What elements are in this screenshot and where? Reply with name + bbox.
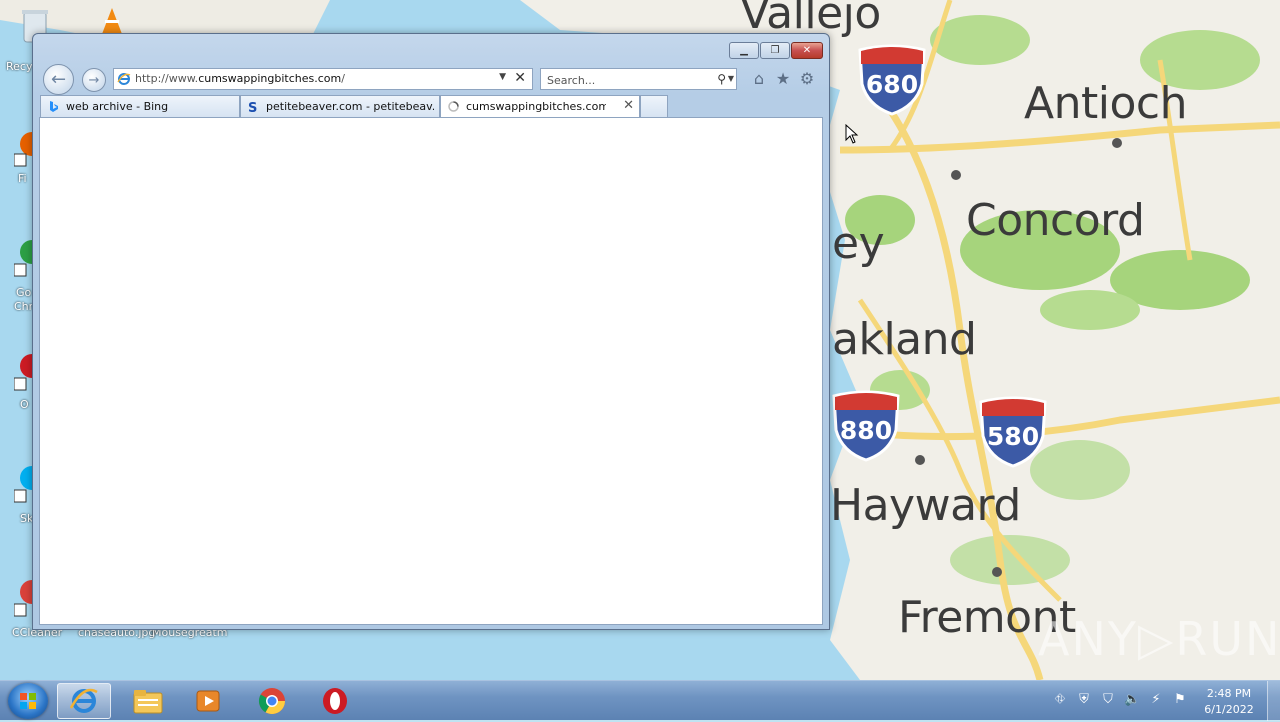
arrow-left-icon: ←: [50, 69, 67, 90]
action-center-flag-icon[interactable]: ⚑: [1172, 692, 1188, 708]
clock-date: 6/1/2022: [1204, 703, 1254, 716]
opera-icon: [323, 688, 347, 714]
tab-bing[interactable]: web archive - Bing: [40, 95, 240, 117]
page-content-area[interactable]: [39, 117, 823, 625]
address-dropdown-icon[interactable]: ▼: [499, 72, 506, 82]
tab-petitebeaver[interactable]: S petitebeaver.com - petitebeav...: [240, 95, 440, 117]
map-label-hayward: Hayward: [830, 480, 1021, 531]
windows-logo-icon: [20, 693, 36, 709]
tab-label: web archive - Bing: [66, 100, 169, 113]
taskbar-file-explorer[interactable]: [121, 683, 175, 719]
arrow-right-icon: →: [88, 72, 100, 88]
media-player-icon: [196, 690, 220, 712]
minimize-icon: ▁: [740, 45, 748, 56]
address-bar[interactable]: http://www.cumswappingbitches.com/ ▼ ✕: [113, 68, 533, 90]
ie-page-icon: [117, 73, 131, 85]
show-desktop-button[interactable]: [1267, 681, 1280, 721]
folder-icon: [133, 690, 163, 714]
internet-explorer-window[interactable]: ▁ ❐ ✕ ← → http://www.cumswappingbitches.…: [32, 33, 830, 630]
close-icon: ✕: [802, 45, 812, 56]
address-url[interactable]: http://www.cumswappingbitches.com/: [135, 72, 345, 85]
tab-close-icon[interactable]: ✕: [623, 98, 634, 113]
url-prefix: http://www.: [135, 72, 199, 85]
search-box[interactable]: ⚲ ▼: [540, 68, 737, 90]
chrome-icon: [258, 688, 286, 715]
window-caption-buttons: ▁ ❐ ✕: [729, 42, 823, 59]
highway-shield-580: 580: [977, 396, 1049, 468]
map-label-berkeley-partial: ey: [832, 218, 885, 269]
search-icon[interactable]: ⚲: [717, 72, 726, 86]
forward-button[interactable]: →: [82, 68, 106, 92]
defender-tray-icon[interactable]: ⛉: [1100, 692, 1116, 708]
network-tray-icon[interactable]: ⛗: [1052, 692, 1068, 708]
power-tray-icon[interactable]: ⚡: [1148, 692, 1164, 708]
search-dropdown-icon[interactable]: ▼: [728, 74, 734, 83]
map-label-antioch: Antioch: [1024, 78, 1187, 129]
gear-icon[interactable]: ⚙: [797, 69, 817, 89]
tab-label: cumswappingbitches.com: [466, 100, 606, 113]
loading-spinner-icon: [448, 101, 459, 112]
map-label-oakland-partial: akland: [832, 314, 977, 365]
mouse-cursor-icon: [845, 124, 859, 144]
restore-button[interactable]: ❐: [760, 42, 790, 59]
close-button[interactable]: ✕: [791, 42, 823, 59]
taskbar-opera[interactable]: [308, 683, 362, 719]
svg-text:S: S: [248, 101, 257, 113]
recycle-bin-label: Recy: [6, 60, 33, 73]
tab-strip: web archive - Bing S petitebeaver.com - …: [40, 95, 668, 117]
start-button[interactable]: [8, 683, 48, 719]
s-site-icon: S: [248, 101, 257, 113]
home-icon[interactable]: ⌂: [749, 69, 769, 89]
taskbar-media-player[interactable]: [181, 683, 235, 719]
url-domain: cumswappingbitches.com: [198, 72, 342, 85]
taskbar: ⛗ ⛨ ⛉ 🔈 ⚡ ⚑ 2:48 PM 6/1/2022: [0, 680, 1280, 721]
minimize-button[interactable]: ▁: [729, 42, 759, 59]
anyrun-watermark: ANY▷RUN: [1038, 612, 1280, 666]
back-button[interactable]: ←: [43, 64, 74, 95]
restore-icon: ❐: [770, 45, 780, 56]
stop-loading-icon[interactable]: ✕: [514, 70, 526, 86]
security-shield-tray-icon[interactable]: ⛨: [1076, 692, 1092, 708]
taskbar-internet-explorer[interactable]: [57, 683, 111, 719]
bing-icon: [50, 101, 58, 112]
system-clock[interactable]: 2:48 PM 6/1/2022: [1196, 686, 1262, 718]
chrome-label-2: Chr: [14, 300, 34, 313]
chrome-label: Go: [16, 286, 32, 299]
new-tab-button[interactable]: [640, 95, 668, 117]
tab-cumswappingbitches[interactable]: cumswappingbitches.com ✕: [440, 95, 640, 117]
internet-explorer-icon: [69, 688, 98, 713]
firefox-label: Fi: [18, 172, 27, 185]
taskbar-chrome[interactable]: [245, 683, 299, 719]
opera-label: O: [20, 398, 29, 411]
search-input[interactable]: [545, 71, 699, 89]
map-label-concord: Concord: [966, 195, 1145, 246]
url-suffix: /: [341, 72, 345, 85]
highway-shield-680: 680: [856, 44, 928, 116]
favorites-star-icon[interactable]: ★: [773, 69, 793, 89]
volume-tray-icon[interactable]: 🔈: [1124, 692, 1140, 708]
clock-time: 2:48 PM: [1206, 687, 1252, 700]
tab-label: petitebeaver.com - petitebeav...: [266, 100, 434, 113]
highway-shield-880: 880: [830, 390, 902, 462]
